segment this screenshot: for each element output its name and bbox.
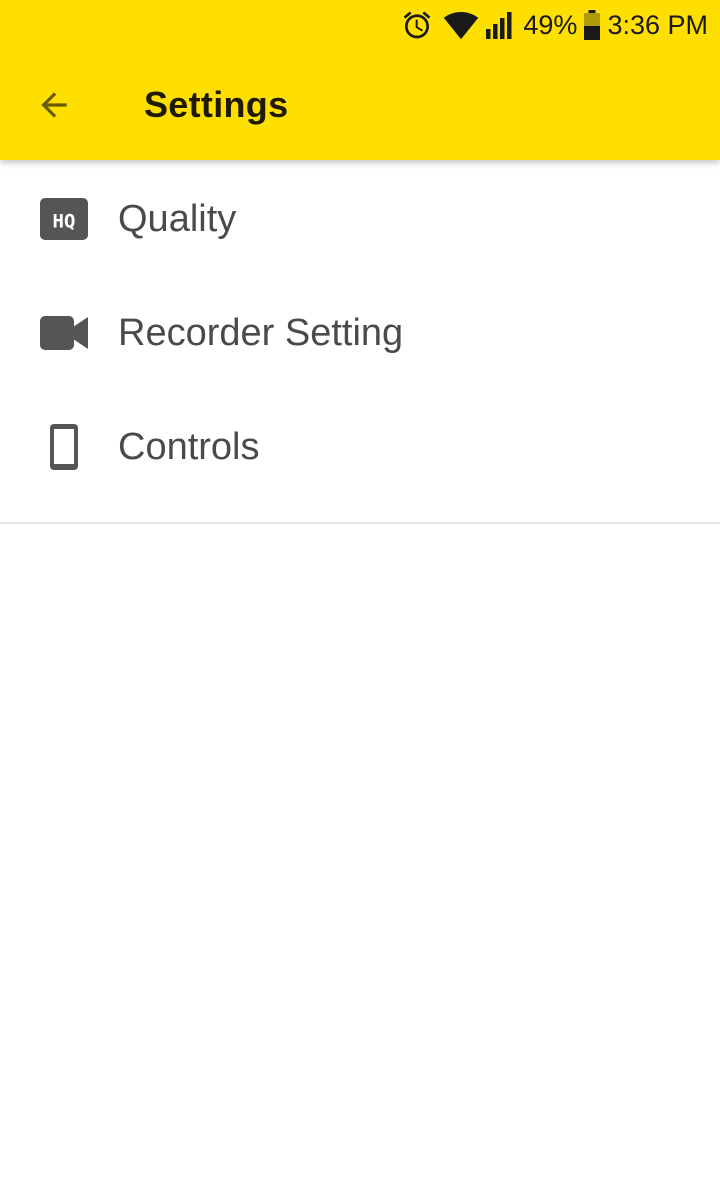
toolbar: Settings [0, 50, 720, 160]
hq-icon: HQ [38, 193, 90, 245]
battery-icon [583, 9, 601, 41]
svg-text:HQ: HQ [53, 211, 76, 233]
settings-item-controls[interactable]: Controls [0, 388, 720, 502]
status-bar: 49% 3:36 PM [0, 0, 720, 50]
alarm-icon [401, 9, 433, 41]
settings-item-label: Recorder Setting [118, 312, 404, 354]
page-title: Settings [144, 84, 289, 125]
clock: 3:36 PM [607, 9, 708, 40]
list-divider [0, 522, 720, 524]
battery-percent: 49% [523, 9, 578, 40]
wifi-icon [443, 10, 479, 40]
phone-icon [38, 421, 90, 473]
settings-item-label: Controls [118, 426, 260, 468]
settings-list: HQ Quality Recorder Setting Controls [0, 160, 720, 502]
cellular-signal-icon [485, 10, 515, 40]
status-icons: 49% 3:36 PM [401, 6, 708, 44]
app-bar: 49% 3:36 PM Settings [0, 0, 720, 160]
settings-item-recorder-setting[interactable]: Recorder Setting [0, 274, 720, 388]
arrow-back-icon [35, 86, 73, 124]
back-button[interactable] [22, 73, 86, 137]
videocam-icon [38, 307, 90, 359]
settings-item-quality[interactable]: HQ Quality [0, 160, 720, 274]
settings-item-label: Quality [118, 198, 237, 240]
